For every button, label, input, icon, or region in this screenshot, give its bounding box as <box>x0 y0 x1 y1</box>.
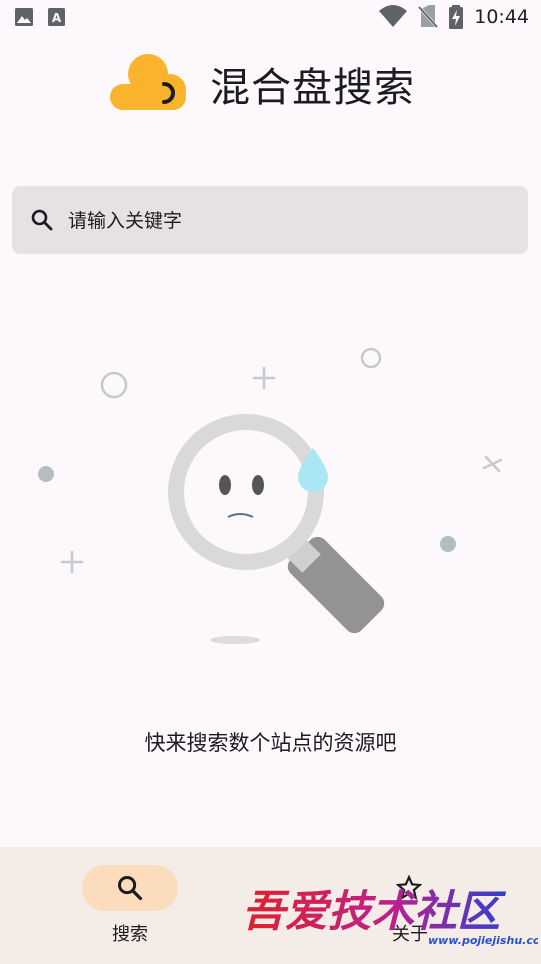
app-header: 混合盘搜索 <box>0 40 541 130</box>
status-time: 10:44 <box>474 6 529 28</box>
battery-charging-icon <box>449 5 464 29</box>
star-icon <box>396 875 422 901</box>
app-title: 混合盘搜索 <box>210 65 415 111</box>
nav-item-search[interactable]: 搜索 <box>30 847 230 964</box>
status-right-icons: 10:44 <box>378 5 529 29</box>
search-bar[interactable] <box>12 186 528 256</box>
empty-state-message: 快来搜索数个站点的资源吧 <box>144 731 397 755</box>
cloud-logo-icon <box>110 54 186 110</box>
status-left-icons: A <box>14 7 66 27</box>
svg-text:A: A <box>52 11 62 25</box>
image-icon <box>15 8 33 26</box>
no-sim-icon <box>418 5 439 29</box>
nav-label-about: 关于 <box>392 924 428 945</box>
bottom-navigation: 搜索 关于 <box>0 847 541 964</box>
nav-active-indicator <box>82 865 178 911</box>
status-bar: A 10:44 <box>0 0 541 34</box>
nav-label-search: 搜索 <box>112 924 148 945</box>
nav-item-about[interactable]: 关于 <box>310 847 510 964</box>
search-input[interactable] <box>66 186 510 256</box>
search-icon <box>117 875 143 901</box>
font-icon: A <box>48 8 65 26</box>
wifi-icon <box>379 5 408 27</box>
sad-magnifier-illustration <box>38 347 503 644</box>
search-icon <box>31 209 53 231</box>
